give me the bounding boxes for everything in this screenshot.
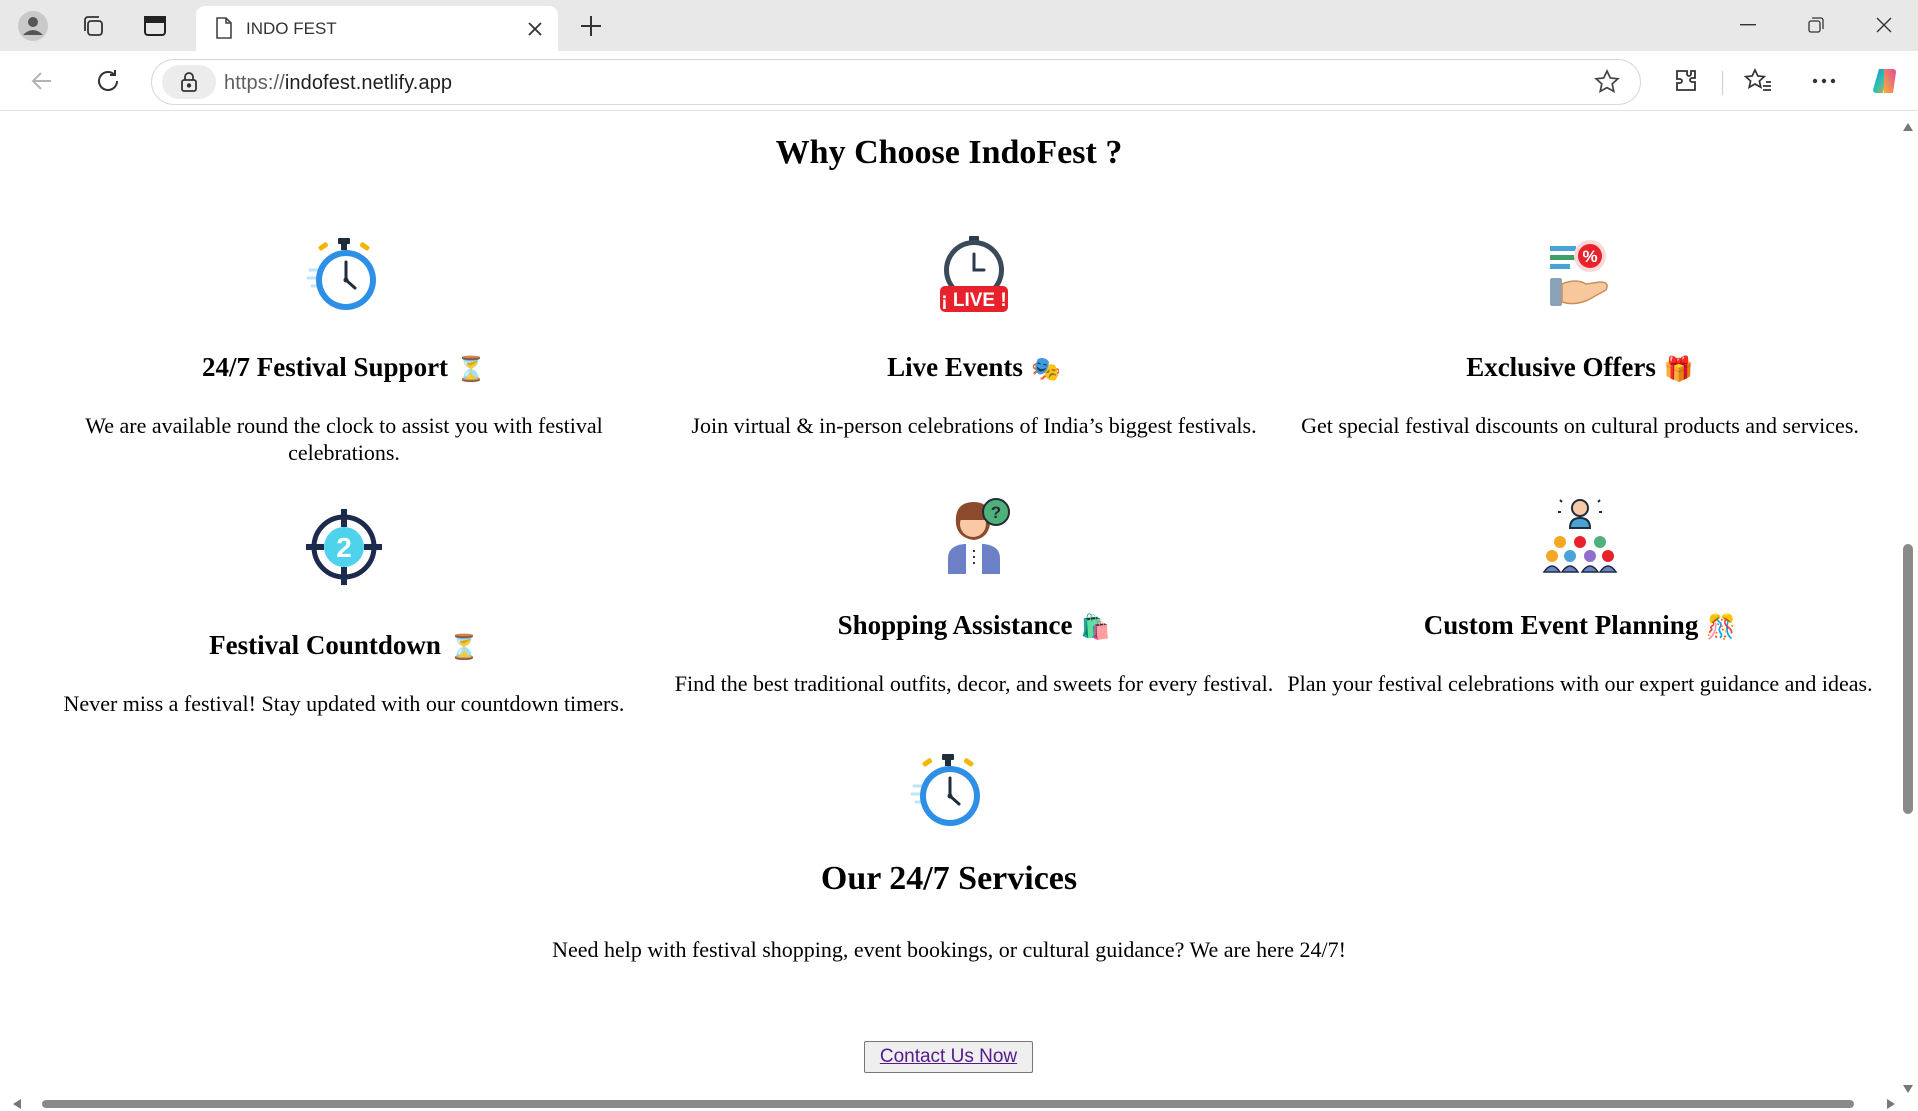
- restore-icon[interactable]: [1786, 4, 1846, 46]
- new-tab-icon[interactable]: [572, 7, 610, 45]
- page-viewport: Why Choose IndoFest ? 24/7 Festival Supp…: [0, 112, 1918, 1111]
- feature-card: % Exclusive Offers 🎁 Get special festival…: [1280, 236, 1880, 438]
- favorites-icon[interactable]: [1738, 61, 1778, 101]
- workspaces-icon[interactable]: [74, 7, 112, 45]
- why-choose-title: Why Choose IndoFest ?: [775, 134, 1123, 171]
- feature-card: Custom Event Planning 🎊 Plan your festiva…: [1280, 494, 1880, 696]
- svg-text:2: 2: [336, 532, 352, 563]
- discount-hand-icon: %: [1550, 240, 1608, 306]
- back-icon[interactable]: [22, 61, 62, 101]
- horizontal-scroll-thumb[interactable]: [42, 1100, 1854, 1108]
- feature-description: Find the best traditional outfits, decor…: [674, 671, 1274, 696]
- shopping-bags-icon: 🛍️: [1080, 615, 1111, 642]
- extensions-icon[interactable]: [1666, 61, 1706, 101]
- address-bar[interactable]: https://indofest.netlify.app: [151, 59, 1641, 105]
- scroll-right-arrow-icon[interactable]: [1886, 1098, 1896, 1110]
- stopwatch-icon: [910, 754, 980, 826]
- url-text[interactable]: https://indofest.netlify.app: [224, 72, 452, 95]
- lock-icon[interactable]: [162, 65, 216, 99]
- feature-title: Shopping Assistance 🛍️: [837, 610, 1111, 642]
- feature-card: 2 Festival Countdown ⏳ Never miss a festi…: [44, 507, 644, 716]
- toolbar-divider: [1722, 71, 1723, 95]
- favorite-star-icon[interactable]: [1594, 69, 1620, 100]
- refresh-icon[interactable]: [88, 61, 128, 101]
- audience-presenter-icon: [1542, 499, 1618, 573]
- svg-text:¡ LIVE !: ¡ LIVE !: [941, 290, 1006, 311]
- scroll-left-arrow-icon[interactable]: [12, 1098, 22, 1110]
- horizontal-scrollbar[interactable]: [0, 1097, 1898, 1111]
- feature-card: ? Shopping Assistance 🛍️ Find the best tr…: [674, 494, 1274, 696]
- vertical-scrollbar[interactable]: [1898, 112, 1918, 1096]
- gift-icon: 🎁: [1663, 357, 1694, 384]
- feature-description: Plan your festival celebrations with our…: [1287, 671, 1873, 696]
- tab-indo-fest[interactable]: INDO FEST: [196, 6, 558, 51]
- close-window-icon[interactable]: [1854, 4, 1914, 46]
- scroll-down-arrow-icon[interactable]: [1902, 1084, 1914, 1094]
- feature-description: Never miss a festival! Stay updated with…: [63, 691, 625, 716]
- feature-title: Exclusive Offers 🎁: [1466, 352, 1694, 384]
- page-icon: [214, 17, 234, 44]
- svg-text:%: %: [1582, 247, 1597, 266]
- copilot-icon[interactable]: [1866, 61, 1906, 101]
- vertical-tabs-icon[interactable]: [136, 7, 174, 45]
- minimize-icon[interactable]: [1718, 4, 1778, 46]
- scroll-up-arrow-icon[interactable]: [1902, 122, 1914, 132]
- profile-icon[interactable]: [14, 7, 52, 45]
- feature-card: 24/7 Festival Support ⏳ We are available …: [44, 236, 644, 465]
- contact-us-button[interactable]: Contact Us Now: [864, 1041, 1033, 1073]
- confetti-ball-icon: 🎊: [1706, 615, 1737, 642]
- feature-description: Get special festival discounts on cultur…: [1301, 413, 1859, 438]
- feature-description: Join virtual & in-person celebrations of…: [691, 413, 1257, 438]
- feature-title: Festival Countdown ⏳: [209, 630, 479, 662]
- feature-title: Live Events 🎭: [887, 352, 1061, 384]
- feature-title: Custom Event Planning 🎊: [1423, 610, 1737, 642]
- theater-masks-icon: 🎭: [1030, 357, 1061, 384]
- browser-tab-bar: INDO FEST: [0, 0, 1918, 51]
- vertical-scroll-thumb[interactable]: [1903, 544, 1913, 814]
- countdown-target-icon: 2: [306, 509, 382, 585]
- close-tab-icon[interactable]: [522, 16, 548, 42]
- more-options-icon[interactable]: [1804, 61, 1844, 101]
- feature-title: 24/7 Festival Support ⏳: [202, 352, 486, 384]
- services-title: Our 24/7 Services: [820, 860, 1078, 897]
- browser-toolbar: https://indofest.netlify.app: [0, 51, 1918, 111]
- hourglass-icon: ⏳: [456, 357, 486, 384]
- services-description: Need help with festival shopping, event …: [552, 937, 1346, 962]
- feature-card: ¡ LIVE ! Live Events 🎭 Join virtual & in-…: [674, 236, 1274, 438]
- live-clock-icon: ¡ LIVE !: [940, 236, 1008, 312]
- svg-text:?: ?: [991, 503, 1001, 522]
- tab-title: INDO FEST: [246, 19, 337, 38]
- feature-description: We are available round the clock to assi…: [85, 413, 603, 465]
- stopwatch-icon: [306, 238, 376, 310]
- support-agent-icon: ?: [948, 498, 1010, 574]
- hourglass-icon: ⏳: [448, 635, 479, 662]
